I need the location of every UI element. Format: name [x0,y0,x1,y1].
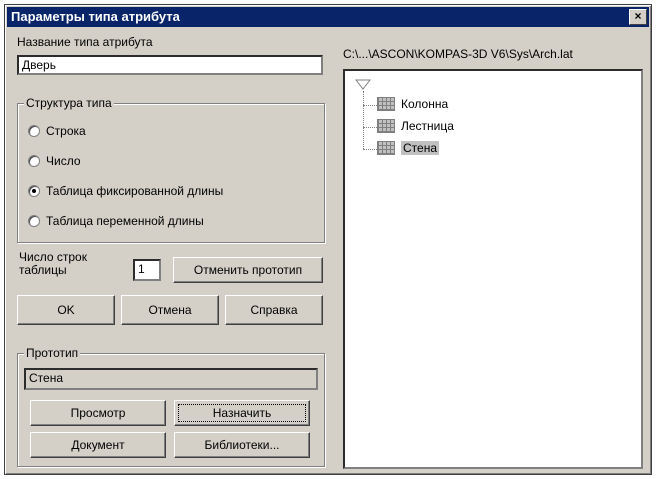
table-icon [377,97,395,111]
assign-button[interactable]: Назначить [174,400,310,426]
table-icon [377,119,395,133]
attribute-type-name-input[interactable]: Дверь [17,55,323,75]
prototype-name-field: Стена [24,368,318,390]
help-button[interactable]: Справка [225,295,323,325]
title-bar[interactable]: Параметры типа атрибута × [7,7,649,27]
table-icon [377,141,395,155]
tree-connector [363,105,377,106]
tree-connector [363,127,377,128]
radio-string[interactable]: Строка [28,124,86,138]
tree-item-label: Стена [401,141,440,155]
radio-variable-table-label: Таблица переменной длины [46,214,204,228]
prototype-title: Прототип [24,346,81,360]
radio-number[interactable]: Число [28,154,81,168]
tree-item-label: Лестница [401,119,454,133]
radio-fixed-table-label: Таблица фиксированной длины [46,184,224,198]
radio-number-dot[interactable] [28,155,40,167]
collapse-triangle-icon[interactable] [355,79,371,91]
attribute-types-tree[interactable]: Колонна Лестница Стена [343,69,643,469]
radio-string-label: Строка [46,124,86,138]
document-button[interactable]: Документ [30,432,166,458]
ok-button[interactable]: OK [17,295,115,325]
rows-count-label: Число строк таблицы [19,250,87,277]
view-button[interactable]: Просмотр [30,400,166,426]
tree-item-selected[interactable]: Стена [377,141,440,155]
libraries-button[interactable]: Библиотеки... [174,432,310,458]
tree-item[interactable]: Колонна [377,97,448,111]
radio-variable-table-dot[interactable] [28,215,40,227]
tree-item[interactable]: Лестница [377,119,454,133]
tree-connector [363,91,364,149]
close-button[interactable]: × [629,9,647,25]
radio-fixed-table-dot[interactable] [28,185,40,197]
radio-string-dot[interactable] [28,125,40,137]
structure-groupbox: Структура типа Строка Число Таблица фикс… [17,96,325,243]
library-path: C:\...\ASCON\KOMPAS-3D V6\Sys\Arch.lat [343,47,573,61]
structure-title: Структура типа [24,96,114,110]
radio-fixed-table[interactable]: Таблица фиксированной длины [28,184,223,198]
radio-variable-table[interactable]: Таблица переменной длины [28,214,204,228]
cancel-prototype-button[interactable]: Отменить прототип [173,257,323,283]
name-label: Название типа атрибута [17,35,153,49]
tree-connector [363,149,377,150]
prototype-groupbox: Прототип Стена Просмотр Назначить Докуме… [17,346,325,467]
radio-number-label: Число [46,154,81,168]
rows-count-input[interactable]: 1 [133,259,161,281]
cancel-button[interactable]: Отмена [121,295,219,325]
attribute-type-dialog: Параметры типа атрибута × Название типа … [4,4,652,475]
dialog-title: Параметры типа атрибута [11,9,180,24]
tree-item-label: Колонна [401,97,449,111]
